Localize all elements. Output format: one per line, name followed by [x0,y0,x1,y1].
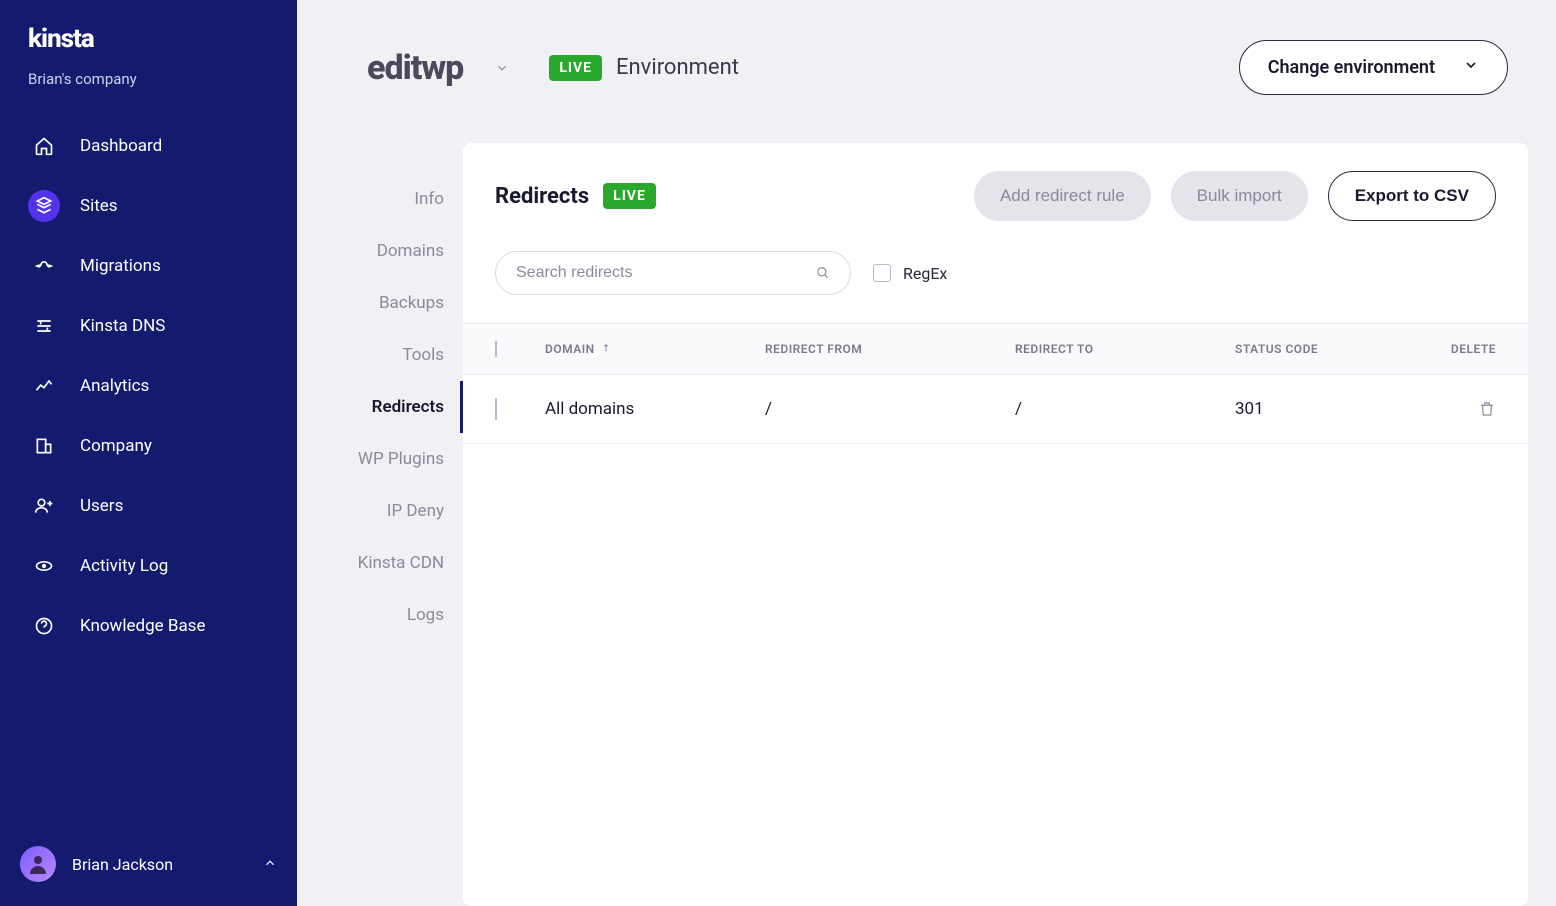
cell-status: 301 [1235,399,1415,419]
col-header-delete: DELETE [1426,342,1496,356]
chevron-down-icon [1463,57,1479,78]
analytics-icon [34,376,54,396]
table-header: DOMAIN REDIRECT FROM REDIRECT TO STATUS … [463,323,1528,375]
company-name[interactable]: Brian's company [0,62,297,116]
nav-migrations[interactable]: Migrations [0,236,297,296]
subnav-redirects[interactable]: Redirects [372,381,463,433]
search-input[interactable] [516,264,816,282]
regex-checkbox[interactable] [873,264,891,282]
subnav-info[interactable]: Info [414,173,463,225]
nav-label: Migrations [80,256,161,276]
nav-dns[interactable]: Kinsta DNS [0,296,297,356]
cell-to: / [1015,399,1235,419]
select-all-checkbox[interactable] [495,341,497,357]
nav-label: Knowledge Base [80,616,205,636]
sites-icon [34,196,54,216]
dns-icon [34,316,54,336]
nav-dashboard[interactable]: Dashboard [0,116,297,176]
subnav-wp-plugins[interactable]: WP Plugins [358,433,463,485]
nav-kb[interactable]: Knowledge Base [0,596,297,656]
nav-label: Activity Log [80,556,168,576]
nav-label: Kinsta DNS [80,316,165,336]
nav-activity[interactable]: Activity Log [0,536,297,596]
subnav-tools[interactable]: Tools [402,329,463,381]
help-icon [34,616,54,636]
subnav-domains[interactable]: Domains [377,225,463,277]
activity-icon [34,556,54,576]
site-name: editwp [367,48,463,88]
subnav-ip-deny[interactable]: IP Deny [387,485,463,537]
nav-label: Analytics [80,376,149,396]
env-badge: LIVE [549,55,602,81]
env-label: Environment [616,55,739,80]
chevron-up-icon [263,855,277,874]
panel-title: Redirects [495,184,589,209]
row-checkbox[interactable] [495,398,497,420]
sort-asc-icon [601,342,611,356]
nav-label: Company [80,436,152,456]
trash-icon [1478,400,1496,418]
subnav-cdn[interactable]: Kinsta CDN [358,537,463,589]
col-header-to[interactable]: REDIRECT TO [1015,342,1235,356]
nav-label: Sites [80,196,118,216]
migrations-icon [34,256,54,276]
search-icon [816,266,830,280]
site-dropdown-icon[interactable] [495,61,509,75]
col-header-from[interactable]: REDIRECT FROM [765,342,1015,356]
nav-company[interactable]: Company [0,416,297,476]
bulk-import-button[interactable]: Bulk import [1171,171,1308,221]
panel-live-badge: LIVE [603,183,656,209]
subnav-logs[interactable]: Logs [407,589,463,641]
delete-button[interactable] [1426,400,1496,418]
users-icon [34,496,54,516]
nav-analytics[interactable]: Analytics [0,356,297,416]
avatar [20,846,56,882]
change-environment-button[interactable]: Change environment [1239,40,1508,95]
subnav: Info Domains Backups Tools Redirects WP … [337,143,463,906]
subnav-backups[interactable]: Backups [379,277,463,329]
add-redirect-button[interactable]: Add redirect rule [974,171,1151,221]
sidebar: kinsta Brian's company Dashboard Sites M… [0,0,297,906]
cell-domain: All domains [545,399,765,419]
col-header-status[interactable]: STATUS CODE [1235,342,1415,356]
main: editwp LIVE Environment Change environme… [297,0,1556,906]
home-icon [34,136,54,156]
search-box[interactable] [495,251,851,295]
nav-label: Dashboard [80,136,162,156]
cell-from: / [765,399,1015,419]
topbar: editwp LIVE Environment Change environme… [297,0,1556,143]
sidebar-footer[interactable]: Brian Jackson [0,822,297,906]
redirects-panel: Redirects LIVE Add redirect rule Bulk im… [463,143,1528,906]
table-row: All domains / / 301 [463,375,1528,444]
change-env-label: Change environment [1268,57,1435,78]
primary-nav: Dashboard Sites Migrations Kinsta DNS An… [0,116,297,656]
nav-label: Users [80,496,123,516]
brand-logo: kinsta [28,24,269,54]
regex-label: RegEx [903,264,947,283]
user-name: Brian Jackson [72,855,173,874]
company-icon [34,436,54,456]
export-csv-button[interactable]: Export to CSV [1328,171,1496,221]
nav-sites[interactable]: Sites [0,176,297,236]
nav-users[interactable]: Users [0,476,297,536]
col-header-domain[interactable]: DOMAIN [545,342,765,356]
